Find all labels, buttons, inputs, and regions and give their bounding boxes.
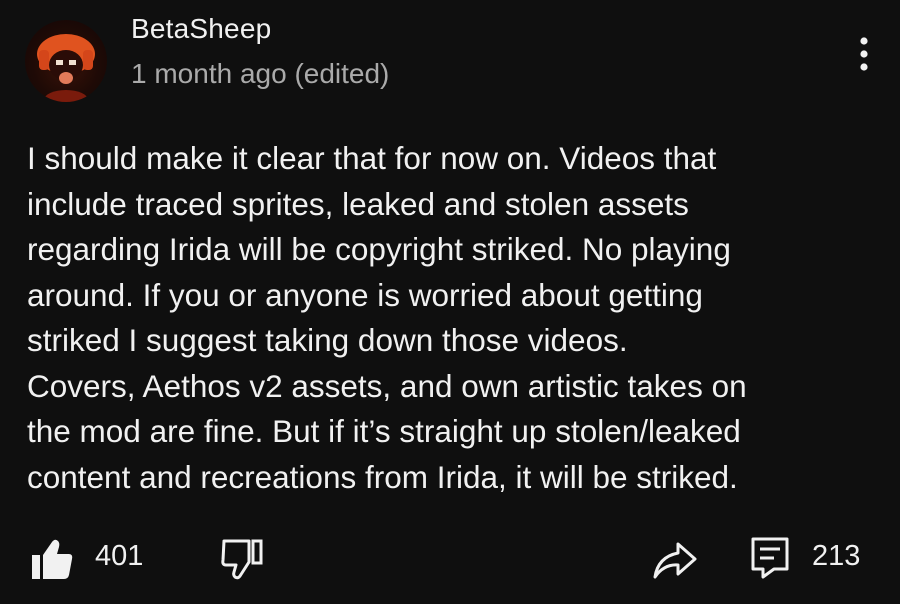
comment-body-line: striked I suggest taking down those vide… (27, 322, 628, 358)
avatar-image (37, 34, 95, 102)
more-vertical-icon (860, 37, 868, 71)
like-button[interactable] (30, 537, 74, 581)
comment-body-line: include traced sprites, leaked and stole… (27, 185, 689, 222)
comment-body-line: the mod are fine. But if it’s straight u… (27, 413, 741, 449)
comment-card: BetaSheep 1 month ago (edited) I should … (0, 0, 900, 604)
thumbs-down-outline-icon (221, 539, 263, 580)
share-arrow-icon (653, 542, 697, 579)
dislike-button[interactable] (219, 538, 265, 580)
comment-body-line: I should make it clear that for now on. … (27, 140, 717, 176)
author-avatar[interactable] (25, 20, 107, 102)
comment-reply-icon (751, 537, 789, 579)
comment-body-line: content and recreations from Irida, it w… (27, 458, 738, 495)
like-count: 401 (95, 540, 144, 572)
reply-count: 213 (812, 540, 861, 572)
comment-body-line: regarding Irida will be copyright strike… (27, 231, 731, 267)
comment-body: I should make it clear that for now on. … (27, 136, 882, 500)
reply-button[interactable] (750, 536, 790, 580)
comment-timestamp: 1 month ago (edited) (131, 58, 390, 89)
comment-body-line: Covers, Aethos v2 assets, and own artist… (27, 367, 747, 404)
comment-body-line: around. If you or anyone is worried abou… (27, 276, 703, 313)
share-button[interactable] (652, 540, 698, 580)
thumbs-up-filled-icon (32, 539, 73, 579)
comment-author[interactable]: BetaSheep (131, 13, 271, 45)
comment-menu-button[interactable] (846, 34, 882, 74)
